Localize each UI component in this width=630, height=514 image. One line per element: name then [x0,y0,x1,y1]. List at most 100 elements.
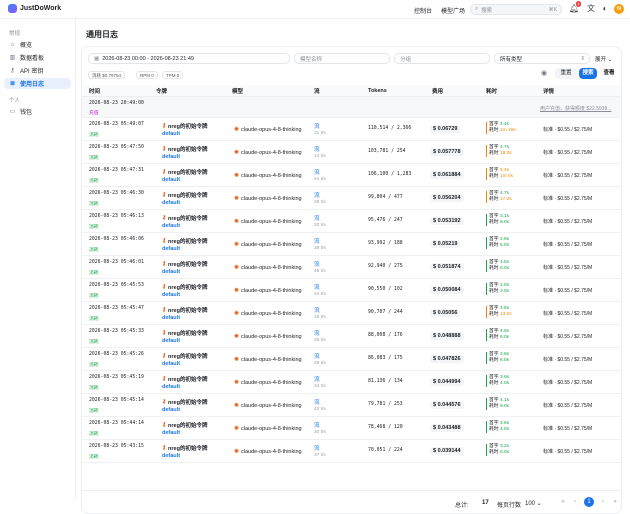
row-token[interactable]: ⚷ nreg的初始令牌 [162,421,207,429]
table-row[interactable]: 2026-08-23 05:45:33 消耗 ⚷ nreg的初始令牌 default ✺ c… [82,325,621,348]
column-header[interactable]: 流 [314,87,320,95]
ttft-value: 2.0s [499,283,510,288]
sidebar-item-key[interactable]: ⚷ API 密钥 [4,65,71,76]
total-value: 6.0s [499,220,510,225]
table-row[interactable]: 2026-08-23 05:46:30 消耗 ⚷ nreg的初始令牌 default ✺ c… [82,187,621,210]
anthropic-icon: ✺ [234,265,240,271]
avatar[interactable]: N [614,4,624,14]
row-model[interactable]: ✺ claude-opus-4-8-thinking [234,425,302,433]
next-page-icon[interactable]: › [598,497,608,507]
date-range-picker[interactable]: ▦ 2026-08-23 00:00 - 2026-08-23 21:49 [88,53,290,64]
row-token[interactable]: ⚷ nreg的初始令牌 [162,306,207,314]
first-page-icon[interactable]: « [558,497,568,507]
app-logo[interactable]: JustDoWork [8,4,61,13]
type-select[interactable]: 所有类型 ⇕ [494,53,590,64]
row-model[interactable]: ✺ claude-opus-4-8-thinking [234,241,302,249]
anthropic-icon: ✺ [234,357,240,363]
global-search[interactable]: ⌕ 搜索 ⌘K [470,4,562,15]
page-button-current[interactable]: 1 [584,497,594,507]
row-token[interactable]: ⚷ nreg的初始令牌 [162,444,207,452]
row-token[interactable]: ⚷ nreg的初始令牌 [162,145,207,153]
row-token-name: nreg的初始令牌 [168,285,208,291]
total-label: 耗时 [489,404,499,409]
search-button[interactable]: 搜索 [579,68,597,79]
row-model[interactable]: ✺ claude-opus-4-8-thinking [234,126,302,134]
row-model[interactable]: ✺ claude-opus-4-8-thinking [234,402,302,410]
row-token[interactable]: ⚷ nreg的初始令牌 [162,352,207,360]
row-model[interactable]: ✺ claude-opus-4-8-thinking [234,149,302,157]
row-group: default [162,200,181,206]
column-header[interactable]: Tokens [368,88,387,94]
sidebar-item-home[interactable]: ⌂ 概览 [4,39,71,50]
sidebar-item-wallet[interactable]: ▭ 钱包 [4,106,71,117]
log-card: ▦ 2026-08-23 00:00 - 2026-08-23 21:49 模型名… [81,46,622,514]
sidebar-item-log[interactable]: ≣ 使用日志 [4,78,71,89]
row-cost: $ 0.043488 [430,424,464,432]
search-placeholder: 搜索 [481,7,493,14]
table-row-topup[interactable]: 2026-08-23 20:49:00 充值 用户充值，获得额度 $22.593… [82,97,621,118]
column-header[interactable]: 耗时 [486,87,497,95]
column-header[interactable]: 模型 [232,87,243,95]
group-input[interactable]: 分组 [394,53,490,64]
table-row[interactable]: 2026-08-23 05:45:53 消耗 ⚷ nreg的初始令牌 default ✺ c… [82,279,621,302]
nav-model-square[interactable]: 模型广场 [441,6,465,15]
row-cost: $ 0.053192 [430,217,464,225]
table-row[interactable]: 2026-08-23 05:47:31 消耗 ⚷ nreg的初始令牌 default ✺ c… [82,164,621,187]
nav-console[interactable]: 控制台 [414,6,432,15]
table-row[interactable]: 2026-08-23 05:47:50 消耗 ⚷ nreg的初始令牌 default ✺ c… [82,141,621,164]
model-name-input[interactable]: 模型名称 [294,53,390,64]
row-cost: $ 0.048888 [430,332,464,340]
table-row[interactable]: 2026-08-23 05:49:07 消耗 ⚷ nreg的初始令牌 default ✺ c… [82,118,621,141]
row-model[interactable]: ✺ claude-opus-4-8-thinking [234,172,302,180]
table-row[interactable]: 2026-08-23 05:45:14 消耗 ⚷ nreg的初始令牌 default ✺ c… [82,394,621,417]
table-row[interactable]: 2026-08-23 05:44:14 消耗 ⚷ nreg的初始令牌 default ✺ c… [82,417,621,440]
column-header[interactable]: 费用 [432,87,443,95]
row-model[interactable]: ✺ claude-opus-4-8-thinking [234,287,302,295]
row-token[interactable]: ⚷ nreg的初始令牌 [162,122,207,130]
view-button[interactable]: 查看 [599,68,619,79]
row-model[interactable]: ✺ claude-opus-4-8-thinking [234,264,302,272]
row-model[interactable]: ✺ claude-opus-4-8-thinking [234,310,302,318]
table-row[interactable]: 2026-08-23 05:46:01 消耗 ⚷ nreg的初始令牌 default ✺ c… [82,256,621,279]
row-token[interactable]: ⚷ nreg的初始令牌 [162,398,207,406]
table-row[interactable]: 2026-08-23 05:45:19 消耗 ⚷ nreg的初始令牌 default ✺ c… [82,371,621,394]
row-model[interactable]: ✺ claude-opus-4-8-thinking [234,379,302,387]
row-time: 2026-08-23 05:47:31 [89,168,144,173]
column-header[interactable]: 时间 [89,87,100,95]
row-model[interactable]: ✺ claude-opus-4-8-thinking [234,195,302,203]
table-row[interactable]: 2026-08-23 05:43:15 消耗 ⚷ nreg的初始令牌 default ✺ c… [82,440,621,463]
row-cost: $ 0.057778 [430,148,464,156]
key-icon: ⚷ [162,169,167,175]
table-row[interactable]: 2026-08-23 05:45:47 消耗 ⚷ nreg的初始令牌 default ✺ c… [82,302,621,325]
reset-button[interactable]: 重置 [555,68,577,79]
ttft-label: 首字 [489,191,499,196]
table-row[interactable]: 2026-08-23 05:46:13 消耗 ⚷ nreg的初始令牌 default ✺ c… [82,210,621,233]
row-stream: 流 [314,423,320,429]
sidebar-item-chart[interactable]: ▥ 数据看板 [4,52,71,63]
row-token[interactable]: ⚷ nreg的初始令牌 [162,283,207,291]
table-row[interactable]: 2026-08-23 05:46:06 消耗 ⚷ nreg的初始令牌 default ✺ c… [82,233,621,256]
column-header[interactable]: 详情 [543,87,554,95]
row-model[interactable]: ✺ claude-opus-4-8-thinking [234,218,302,226]
prev-page-icon[interactable]: ‹ [570,497,580,507]
row-type: 消耗 [89,133,99,138]
theme-icon[interactable]: ◐ [600,4,610,14]
row-token[interactable]: ⚷ nreg的初始令牌 [162,237,207,245]
expand-toggle[interactable]: 展开 ⌄ [595,55,612,63]
row-model[interactable]: ✺ claude-opus-4-8-thinking [234,356,302,364]
row-detail[interactable]: 用户充值，获得额度 $22.5938... [540,105,611,112]
row-model[interactable]: ✺ claude-opus-4-8-thinking [234,333,302,341]
translate-icon[interactable]: 文 [586,4,596,14]
last-page-icon[interactable]: » [610,497,620,507]
row-token[interactable]: ⚷ nreg的初始令牌 [162,214,207,222]
row-token[interactable]: ⚷ nreg的初始令牌 [162,168,207,176]
column-header[interactable]: 令牌 [156,87,167,95]
row-model[interactable]: ✺ claude-opus-4-8-thinking [234,448,302,456]
row-token[interactable]: ⚷ nreg的初始令牌 [162,191,207,199]
per-page-select[interactable]: 100 ⌄ [525,500,542,507]
row-token[interactable]: ⚷ nreg的初始令牌 [162,329,207,337]
eye-icon[interactable]: ◉ [541,69,547,77]
row-token[interactable]: ⚷ nreg的初始令牌 [162,375,207,383]
table-row[interactable]: 2026-08-23 05:45:26 消耗 ⚷ nreg的初始令牌 default ✺ c… [82,348,621,371]
row-token[interactable]: ⚷ nreg的初始令牌 [162,260,207,268]
